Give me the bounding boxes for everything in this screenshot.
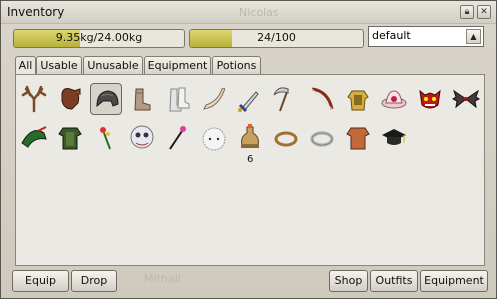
filter-dropdown[interactable]: default ▲ — [368, 26, 484, 47]
chevron-up-icon[interactable]: ▲ — [466, 29, 481, 44]
green-armor-icon — [58, 127, 82, 150]
inventory-item-slot[interactable] — [378, 121, 410, 153]
shop-button[interactable]: Shop — [329, 270, 368, 292]
inventory-item-slot[interactable] — [306, 83, 338, 115]
inventory-item-slot[interactable] — [126, 83, 158, 115]
white-boots-icon — [169, 87, 190, 112]
weight-text: 9.35kg/24.00kg — [55, 31, 143, 44]
tab-all[interactable]: All — [15, 56, 36, 75]
inventory-item-slot[interactable] — [414, 83, 446, 115]
inventory-item-slot[interactable] — [54, 83, 86, 115]
lock-icon[interactable]: 🔒︎ — [460, 5, 474, 19]
bow-icon — [311, 87, 334, 110]
boots-icon — [134, 88, 151, 111]
dagger-icon — [238, 91, 259, 113]
inventory-item-slot[interactable] — [342, 83, 374, 115]
inventory-item-slot[interactable] — [306, 121, 338, 153]
furry-hat-icon — [202, 127, 226, 151]
pink-hat-icon — [381, 90, 407, 109]
inventory-item-slot[interactable] — [342, 121, 374, 153]
bone-scythe-icon — [203, 87, 226, 110]
wand-icon — [169, 126, 186, 150]
equipment-button[interactable]: Equipment — [420, 270, 488, 292]
green-hat-icon — [21, 126, 47, 148]
filter-value: default — [372, 29, 411, 42]
leather-shirt-icon — [346, 127, 370, 150]
inventory-item-slot[interactable] — [162, 121, 194, 153]
potion-icon — [241, 124, 259, 148]
inventory-item-slot[interactable] — [270, 83, 302, 115]
bat-wings-icon — [452, 89, 480, 109]
inventory-item-slot[interactable] — [234, 121, 266, 153]
inventory-item-slot[interactable] — [270, 121, 302, 153]
golden-armor-icon — [347, 90, 369, 111]
background-player-name: Mithail — [144, 272, 181, 285]
drop-button[interactable]: Drop — [71, 270, 117, 292]
inventory-item-slot[interactable] — [162, 83, 194, 115]
inventory-item-slot[interactable] — [198, 121, 230, 153]
background-player-name: Nicolas — [239, 6, 279, 19]
silver-ring-icon — [310, 131, 334, 147]
item-grid: Mithail 6 — [15, 74, 485, 285]
inventory-item-slot[interactable] — [90, 121, 122, 153]
ring-icon — [274, 131, 298, 147]
inventory-item-slot[interactable] — [450, 83, 482, 115]
inventory-item-slot[interactable] — [378, 83, 410, 115]
tab-usable[interactable]: Usable — [36, 56, 82, 74]
flower-icon — [100, 127, 111, 150]
graduation-cap-icon — [382, 129, 406, 145]
weight-bar: 9.35kg/24.00kg — [13, 29, 185, 48]
tab-unusable[interactable]: Unusable — [83, 56, 143, 74]
inventory-item-slot[interactable] — [18, 83, 50, 115]
leather-gloves-icon — [61, 88, 81, 110]
window-title: Inventory — [7, 5, 65, 19]
inventory-item-slot[interactable] — [234, 83, 266, 115]
slots-bar: 24/100 — [189, 29, 364, 48]
wizard-mask-icon — [130, 125, 154, 149]
inventory-item-slot[interactable] — [54, 121, 86, 153]
title-bar[interactable]: Inventory Nicolas 🔒︎ ✕ — [1, 1, 496, 24]
item-quantity: 6 — [247, 154, 254, 165]
demon-mask-icon — [419, 89, 441, 109]
outfits-button[interactable]: Outfits — [370, 270, 418, 292]
close-icon[interactable]: ✕ — [477, 5, 491, 19]
equip-button[interactable]: Equip — [12, 270, 69, 292]
tab-potions[interactable]: Potions — [212, 56, 261, 74]
antlers-icon — [21, 85, 47, 113]
inventory-item-slot[interactable] — [90, 83, 122, 115]
inventory-window: Inventory Nicolas 🔒︎ ✕ 9.35kg/24.00kg 24… — [0, 0, 497, 299]
scythe-icon — [273, 87, 289, 112]
inventory-item-slot[interactable] — [198, 83, 230, 115]
inventory-item-slot[interactable] — [126, 121, 158, 153]
slots-text: 24/100 — [257, 31, 296, 44]
inventory-item-slot[interactable] — [18, 121, 50, 153]
tab-equipment[interactable]: Equipment — [144, 56, 211, 74]
iron-helmet-icon — [96, 90, 119, 108]
